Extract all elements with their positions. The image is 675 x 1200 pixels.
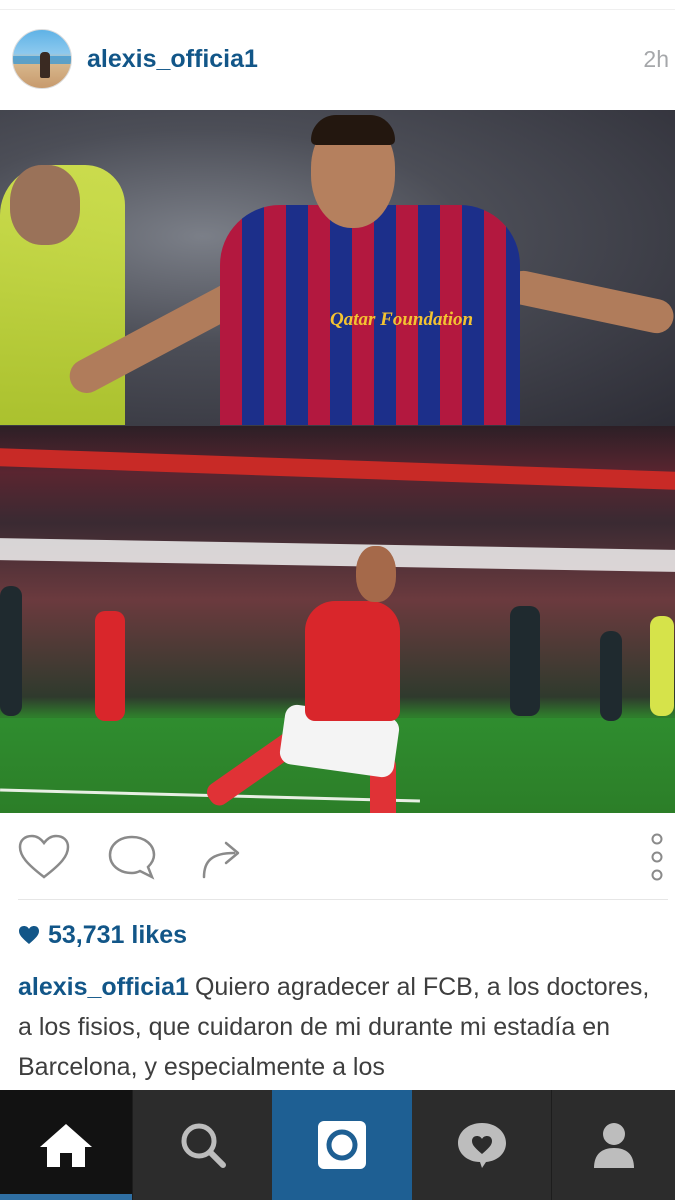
action-bar [0, 813, 675, 899]
player-hair [311, 115, 395, 145]
nav-activity[interactable] [412, 1090, 552, 1200]
jersey-sponsor: Qatar Foundation [330, 309, 474, 330]
active-tab-indicator [0, 1194, 132, 1200]
likes-count: 53,731 likes [48, 920, 188, 949]
arsenal-player-head [356, 546, 396, 602]
avatar[interactable] [12, 29, 72, 89]
likes-row[interactable]: 53,731 likes [18, 918, 187, 952]
post-photo[interactable]: Qatar Foundation [0, 110, 675, 813]
background-player [0, 586, 22, 716]
post-username[interactable]: alexis_officia1 [87, 45, 258, 74]
arsenal-jersey [305, 601, 400, 721]
heart-filled-icon [19, 926, 39, 944]
caption: alexis_officia1 Quiero agradecer al FCB, … [18, 967, 663, 1087]
profile-icon [593, 1123, 634, 1168]
avatar-figure [40, 52, 50, 78]
post-header: alexis_officia1 2h [0, 12, 675, 110]
photo-barcelona: Qatar Foundation [0, 110, 675, 426]
background-player [650, 616, 674, 716]
background-player [600, 631, 622, 721]
player-arm-right [503, 267, 675, 337]
barcelona-jersey: Qatar Foundation [220, 205, 520, 425]
nav-camera[interactable] [272, 1090, 412, 1200]
advert-board [0, 538, 675, 572]
bottom-nav [0, 1090, 675, 1200]
divider [18, 899, 668, 900]
nav-search[interactable] [132, 1090, 272, 1200]
referee-head [10, 165, 80, 245]
background-player [95, 611, 125, 721]
vertical-dots-icon[interactable] [645, 831, 669, 888]
stadium-band [0, 448, 675, 490]
search-icon [181, 1123, 226, 1168]
heart-outline-icon[interactable] [17, 833, 71, 886]
background-player [510, 606, 540, 716]
nav-profile[interactable] [552, 1090, 675, 1200]
activity-heart-icon [457, 1123, 506, 1168]
post-time: 2h [643, 46, 669, 72]
camera-icon [318, 1121, 366, 1169]
top-strip [0, 0, 675, 10]
comment-bubble-icon[interactable] [106, 833, 158, 886]
share-arrow-icon[interactable] [198, 833, 246, 886]
caption-username[interactable]: alexis_officia1 [18, 973, 189, 1001]
photo-arsenal [0, 426, 675, 813]
nav-home[interactable] [0, 1090, 132, 1200]
home-icon [40, 1124, 92, 1167]
